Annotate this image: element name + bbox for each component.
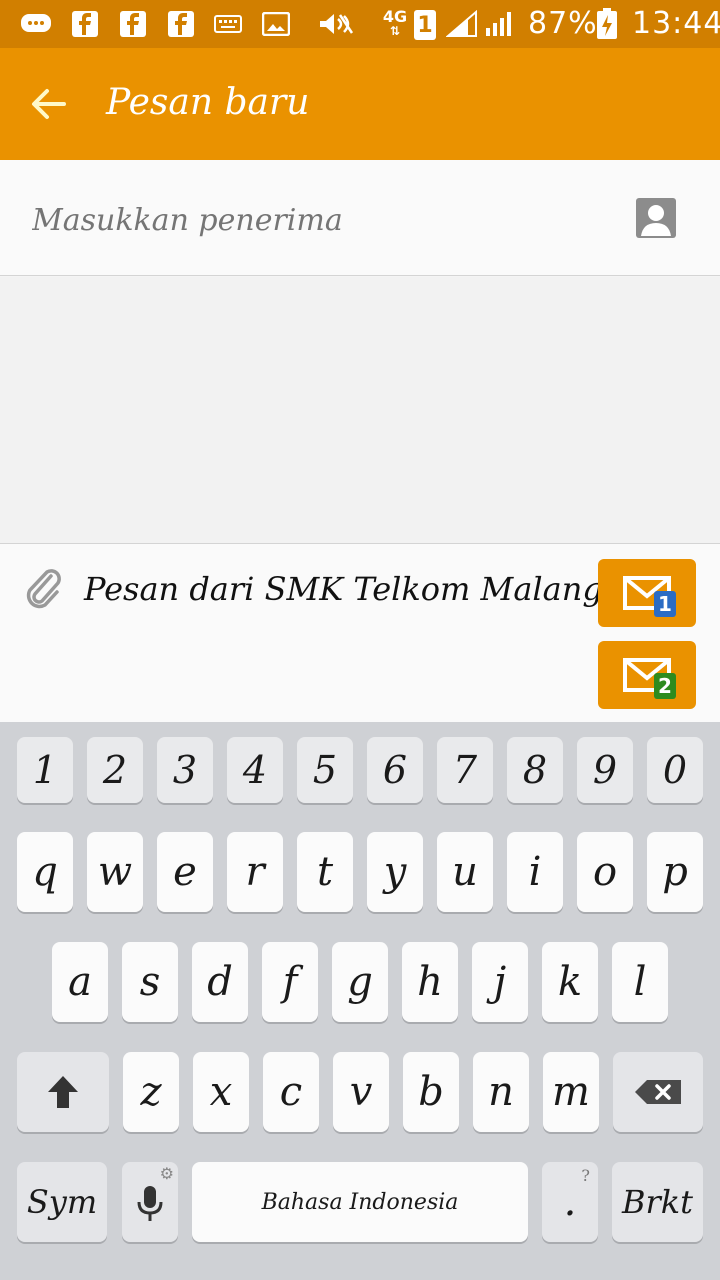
network-type: 4G (382, 7, 408, 26)
clock: 13:44 (632, 6, 720, 41)
send-sim2-button[interactable]: 2 (598, 641, 696, 709)
contact-icon (641, 205, 671, 236)
key-8[interactable]: 8 (507, 737, 563, 803)
signal-icon (484, 10, 514, 38)
arrow-left-icon (32, 89, 66, 119)
key-j[interactable]: j (472, 942, 528, 1022)
key-h[interactable]: h (402, 942, 458, 1022)
key-q[interactable]: q (17, 832, 73, 912)
microphone-icon (137, 1186, 163, 1221)
period-key[interactable]: . ? (542, 1162, 598, 1242)
sim-1-icon: 1 (414, 10, 436, 40)
key-e[interactable]: e (157, 832, 213, 912)
key-t[interactable]: t (297, 832, 353, 912)
battery-percentage: 87% (528, 6, 598, 41)
shift-arrow-icon (48, 1076, 78, 1108)
key-p[interactable]: p (647, 832, 703, 912)
key-v[interactable]: v (333, 1052, 389, 1132)
period-key-sub: ? (581, 1166, 590, 1185)
sym-key[interactable]: Sym (17, 1162, 107, 1242)
voice-input-key[interactable]: ⚙ (122, 1162, 178, 1242)
key-9[interactable]: 9 (577, 737, 633, 803)
sim-1-badge: 1 (654, 591, 676, 617)
sim-slot-number: 1 (417, 12, 433, 38)
settings-gear-icon: ⚙ (159, 1164, 174, 1183)
status-bar: 4G ⇅ 1 87% 13:44 (0, 0, 720, 48)
enter-key[interactable]: Brkt (612, 1162, 703, 1242)
key-s[interactable]: s (122, 942, 178, 1022)
recipient-input[interactable] (32, 198, 592, 242)
send-sim1-button[interactable]: 1 (598, 559, 696, 627)
mute-icon (316, 10, 356, 38)
chat-icon (20, 10, 52, 38)
key-1[interactable]: 1 (17, 737, 73, 803)
image-icon (262, 10, 290, 38)
space-key[interactable]: Bahasa Indonesia (192, 1162, 528, 1242)
message-input[interactable]: Pesan dari SMK Telkom Malang (84, 570, 603, 608)
key-m[interactable]: m (543, 1052, 599, 1132)
shift-key[interactable] (17, 1052, 109, 1132)
key-2[interactable]: 2 (87, 737, 143, 803)
attach-button[interactable] (22, 564, 66, 614)
key-z[interactable]: z (123, 1052, 179, 1132)
conversation-area (0, 277, 720, 543)
key-k[interactable]: k (542, 942, 598, 1022)
contact-picker-button[interactable] (636, 198, 676, 238)
facebook-icon (120, 10, 146, 38)
key-w[interactable]: w (87, 832, 143, 912)
key-4[interactable]: 4 (227, 737, 283, 803)
paperclip-icon (26, 569, 61, 609)
key-y[interactable]: y (367, 832, 423, 912)
key-f[interactable]: f (262, 942, 318, 1022)
signal-icon (446, 10, 478, 38)
key-g[interactable]: g (332, 942, 388, 1022)
key-7[interactable]: 7 (437, 737, 493, 803)
app-bar: Pesan baru (0, 48, 720, 160)
keyboard-icon (214, 10, 242, 38)
key-o[interactable]: o (577, 832, 633, 912)
key-a[interactable]: a (52, 942, 108, 1022)
key-i[interactable]: i (507, 832, 563, 912)
facebook-icon (168, 10, 194, 38)
key-x[interactable]: x (193, 1052, 249, 1132)
key-r[interactable]: r (227, 832, 283, 912)
key-l[interactable]: l (612, 942, 668, 1022)
key-3[interactable]: 3 (157, 737, 213, 803)
key-c[interactable]: c (263, 1052, 319, 1132)
message-composer: Pesan dari SMK Telkom Malang 1 2 (0, 543, 720, 722)
key-u[interactable]: u (437, 832, 493, 912)
keyboard: 1 2 3 4 5 6 7 8 9 0 q w e r t y u i o p … (0, 722, 720, 1280)
facebook-icon (72, 10, 98, 38)
key-6[interactable]: 6 (367, 737, 423, 803)
key-d[interactable]: d (192, 942, 248, 1022)
key-0[interactable]: 0 (647, 737, 703, 803)
key-n[interactable]: n (473, 1052, 529, 1132)
key-b[interactable]: b (403, 1052, 459, 1132)
key-5[interactable]: 5 (297, 737, 353, 803)
sim-2-badge: 2 (654, 673, 676, 699)
network-4g-icon: 4G ⇅ (382, 7, 408, 39)
page-title: Pesan baru (106, 82, 310, 123)
period-key-label: . (563, 1179, 577, 1225)
recipient-bar (0, 160, 720, 276)
backspace-key[interactable] (613, 1052, 703, 1132)
backspace-icon (635, 1080, 681, 1104)
back-button[interactable] (22, 78, 74, 130)
battery-charging-icon (596, 8, 618, 39)
